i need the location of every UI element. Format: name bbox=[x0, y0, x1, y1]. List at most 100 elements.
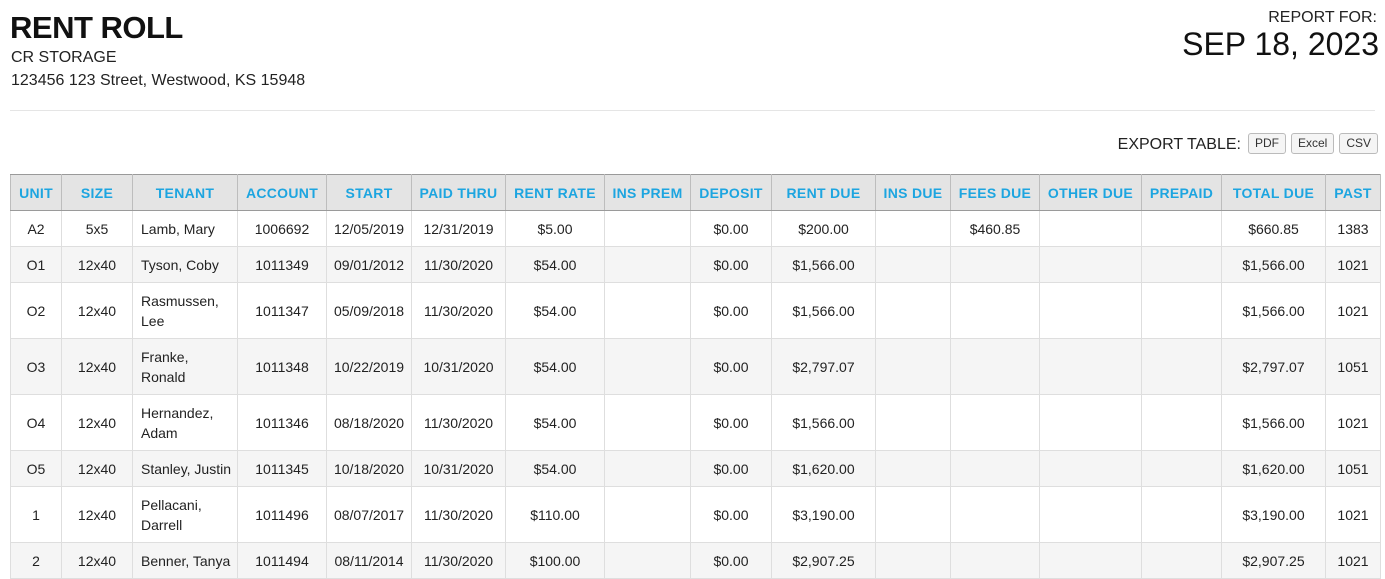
cell-start: 08/07/2017 bbox=[326, 486, 412, 543]
cell-other-due bbox=[1039, 282, 1142, 339]
cell-size: 12x40 bbox=[61, 246, 133, 283]
cell-account: 1011349 bbox=[237, 246, 327, 283]
cell-tenant: Tyson, Coby bbox=[132, 246, 238, 283]
cell-rent-rate: $110.00 bbox=[505, 486, 605, 543]
column-header-paid-thru[interactable]: PAID THRU bbox=[411, 174, 506, 211]
cell-start: 10/18/2020 bbox=[326, 450, 412, 487]
cell-paid-thru: 11/30/2020 bbox=[411, 282, 506, 339]
cell-other-due bbox=[1039, 486, 1142, 543]
cell-rent-due: $1,566.00 bbox=[771, 394, 876, 451]
cell-tenant: Stanley, Justin bbox=[132, 450, 238, 487]
cell-deposit: $0.00 bbox=[690, 486, 772, 543]
cell-unit: O2 bbox=[10, 282, 62, 339]
cell-rent-rate: $54.00 bbox=[505, 246, 605, 283]
cell-unit: O1 bbox=[10, 246, 62, 283]
cell-ins-due bbox=[875, 210, 951, 247]
cell-other-due bbox=[1039, 246, 1142, 283]
cell-unit: 2 bbox=[10, 542, 62, 579]
cell-ins-prem bbox=[604, 450, 691, 487]
cell-rent-due: $1,566.00 bbox=[771, 246, 876, 283]
cell-rent-due: $2,907.25 bbox=[771, 542, 876, 579]
cell-start: 10/22/2019 bbox=[326, 338, 412, 395]
column-header-rent-due[interactable]: RENT DUE bbox=[771, 174, 876, 211]
column-header-past[interactable]: PAST bbox=[1325, 174, 1381, 211]
column-header-rent-rate[interactable]: RENT RATE bbox=[505, 174, 605, 211]
column-header-size[interactable]: SIZE bbox=[61, 174, 133, 211]
cell-rent-due: $1,620.00 bbox=[771, 450, 876, 487]
export-excel-button[interactable]: Excel bbox=[1290, 133, 1335, 154]
export-toolbar: EXPORT TABLE: PDF Excel CSV bbox=[1118, 133, 1378, 154]
cell-start: 09/01/2012 bbox=[326, 246, 412, 283]
rent-roll-table: UNIT SIZE TENANT ACCOUNT START PAID THRU RENT … bbox=[10, 174, 1381, 579]
export-label: EXPORT TABLE: bbox=[1117, 136, 1241, 153]
cell-ins-due bbox=[875, 486, 951, 543]
cell-paid-thru: 11/30/2020 bbox=[411, 542, 506, 579]
cell-account: 1011347 bbox=[237, 282, 327, 339]
cell-paid-thru: 11/30/2020 bbox=[411, 486, 506, 543]
column-header-ins-due[interactable]: INS DUE bbox=[875, 174, 951, 211]
column-header-account[interactable]: ACCOUNT bbox=[237, 174, 327, 211]
cell-deposit: $0.00 bbox=[690, 282, 772, 339]
table-row[interactable]: O2 12x40 Rasmussen, Lee 1011347 05/09/2018 11… bbox=[10, 282, 1381, 339]
cell-prepaid bbox=[1141, 282, 1222, 339]
table-row[interactable]: A2 5x5 Lamb, Mary 1006692 12/05/2019 12/31/20… bbox=[10, 210, 1381, 247]
cell-total-due: $1,566.00 bbox=[1221, 246, 1326, 283]
cell-fees-due bbox=[950, 394, 1040, 451]
cell-deposit: $0.00 bbox=[690, 210, 772, 247]
cell-account: 1011348 bbox=[237, 338, 327, 395]
cell-size: 12x40 bbox=[61, 282, 133, 339]
company-address: 123456 123 Street, Westwood, KS 15948 bbox=[11, 72, 306, 89]
column-header-total-due[interactable]: TOTAL DUE bbox=[1221, 174, 1326, 211]
column-header-ins-prem[interactable]: INS PREM bbox=[604, 174, 691, 211]
cell-rent-due: $3,190.00 bbox=[771, 486, 876, 543]
column-header-unit[interactable]: UNIT bbox=[10, 174, 62, 211]
cell-start: 05/09/2018 bbox=[326, 282, 412, 339]
cell-tenant: Rasmussen, Lee bbox=[132, 282, 238, 339]
cell-past: 1021 bbox=[1325, 246, 1381, 283]
cell-fees-due: $460.85 bbox=[950, 210, 1040, 247]
column-header-fees-due[interactable]: FEES DUE bbox=[950, 174, 1040, 211]
export-pdf-button[interactable]: PDF bbox=[1247, 133, 1286, 154]
table-row[interactable]: O1 12x40 Tyson, Coby 1011349 09/01/2012 11/30… bbox=[10, 246, 1381, 283]
table-row[interactable]: O4 12x40 Hernandez, Adam 1011346 08/18/2020 1… bbox=[10, 394, 1381, 451]
cell-rent-due: $2,797.07 bbox=[771, 338, 876, 395]
cell-deposit: $0.00 bbox=[690, 246, 772, 283]
cell-rent-rate: $54.00 bbox=[505, 450, 605, 487]
table-row[interactable]: 1 12x40 Pellacani, Darrell 1011496 08/07/201… bbox=[10, 486, 1381, 543]
cell-other-due bbox=[1039, 338, 1142, 395]
column-header-deposit[interactable]: DEPOSIT bbox=[690, 174, 772, 211]
cell-prepaid bbox=[1141, 542, 1222, 579]
table-row[interactable]: O3 12x40 Franke, Ronald 1011348 10/22/2019 10… bbox=[10, 338, 1381, 395]
cell-size: 12x40 bbox=[61, 338, 133, 395]
cell-ins-due bbox=[875, 282, 951, 339]
cell-prepaid bbox=[1141, 394, 1222, 451]
cell-tenant: Lamb, Mary bbox=[132, 210, 238, 247]
column-header-other-due[interactable]: OTHER DUE bbox=[1039, 174, 1142, 211]
cell-deposit: $0.00 bbox=[690, 394, 772, 451]
cell-account: 1011496 bbox=[237, 486, 327, 543]
cell-ins-prem bbox=[604, 486, 691, 543]
cell-rent-rate: $54.00 bbox=[505, 338, 605, 395]
cell-ins-prem bbox=[604, 338, 691, 395]
cell-start: 08/11/2014 bbox=[326, 542, 412, 579]
cell-paid-thru: 11/30/2020 bbox=[411, 246, 506, 283]
cell-start: 12/05/2019 bbox=[326, 210, 412, 247]
cell-start: 08/18/2020 bbox=[326, 394, 412, 451]
column-header-tenant[interactable]: TENANT bbox=[132, 174, 238, 211]
export-csv-button[interactable]: CSV bbox=[1339, 133, 1378, 154]
column-header-start[interactable]: START bbox=[326, 174, 412, 211]
cell-total-due: $1,566.00 bbox=[1221, 282, 1326, 339]
cell-size: 12x40 bbox=[61, 542, 133, 579]
cell-total-due: $1,566.00 bbox=[1221, 394, 1326, 451]
column-header-prepaid[interactable]: PREPAID bbox=[1141, 174, 1222, 211]
report-for-label: REPORT FOR: bbox=[1268, 9, 1377, 26]
table-row[interactable]: O5 12x40 Stanley, Justin 1011345 10/18/2020 1… bbox=[10, 450, 1381, 487]
cell-other-due bbox=[1039, 450, 1142, 487]
cell-unit: O5 bbox=[10, 450, 62, 487]
header-divider bbox=[10, 110, 1375, 111]
cell-fees-due bbox=[950, 542, 1040, 579]
cell-ins-prem bbox=[604, 542, 691, 579]
table-row[interactable]: 2 12x40 Benner, Tanya 1011494 08/11/2014 11/3… bbox=[10, 542, 1381, 579]
cell-total-due: $660.85 bbox=[1221, 210, 1326, 247]
cell-past: 1021 bbox=[1325, 394, 1381, 451]
